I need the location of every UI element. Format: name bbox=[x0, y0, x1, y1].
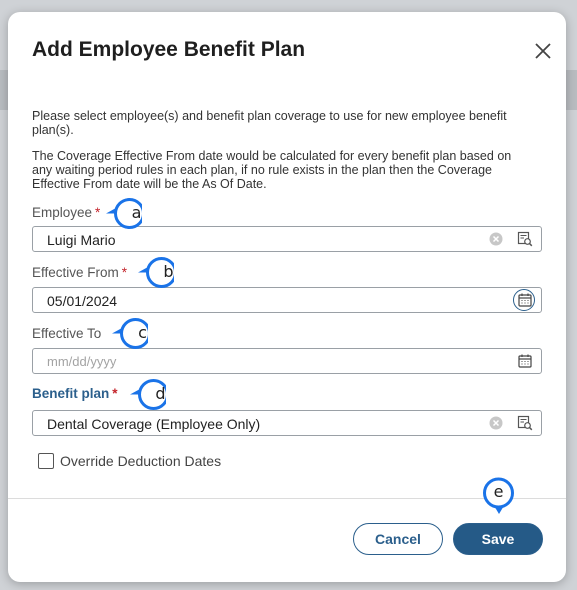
callout-b: b bbox=[138, 257, 182, 293]
cancel-button[interactable]: Cancel bbox=[353, 523, 443, 555]
effective-to-placeholder: mm/dd/yyyy bbox=[47, 354, 117, 369]
callout-e-text: e bbox=[493, 482, 504, 501]
dialog-description-coverage: The Coverage Effective From date would b… bbox=[32, 149, 512, 191]
employee-label: Employee * bbox=[32, 205, 101, 220]
callout-d-text: d bbox=[155, 384, 166, 403]
save-button[interactable]: Save bbox=[453, 523, 543, 555]
effective-from-field[interactable]: 05/01/2024 bbox=[32, 287, 542, 313]
benefit-plan-label: Benefit plan * bbox=[32, 386, 118, 401]
dialog-title: Add Employee Benefit Plan bbox=[32, 38, 306, 61]
effective-from-value: 05/01/2024 bbox=[47, 293, 118, 309]
effective-to-field[interactable]: mm/dd/yyyy bbox=[32, 348, 542, 374]
close-icon[interactable] bbox=[532, 40, 554, 62]
required-marker: * bbox=[121, 265, 128, 280]
lookup-icon[interactable] bbox=[517, 415, 533, 431]
callout-a: a bbox=[106, 198, 150, 234]
effective-to-label: Effective To bbox=[32, 326, 102, 341]
callout-c: c bbox=[112, 318, 156, 354]
benefit-plan-value: Dental Coverage (Employee Only) bbox=[47, 416, 261, 432]
lookup-icon[interactable] bbox=[517, 231, 533, 247]
required-marker: * bbox=[95, 205, 101, 220]
dialog-description: Please select employee(s) and benefit pl… bbox=[32, 109, 507, 137]
callout-b-text: b bbox=[163, 262, 174, 281]
callout-d: d bbox=[130, 379, 174, 415]
clear-icon[interactable] bbox=[488, 231, 504, 247]
override-deduction-checkbox[interactable] bbox=[38, 453, 54, 469]
callout-a-text: a bbox=[131, 203, 142, 222]
required-marker: * bbox=[112, 386, 118, 401]
clear-icon[interactable] bbox=[488, 415, 504, 431]
callout-e: e bbox=[481, 476, 517, 522]
callout-c-text: c bbox=[138, 323, 147, 342]
employee-value: Luigi Mario bbox=[47, 232, 116, 248]
benefit-plan-field[interactable]: Dental Coverage (Employee Only) bbox=[32, 410, 542, 436]
calendar-icon[interactable] bbox=[517, 353, 533, 369]
calendar-icon[interactable] bbox=[517, 292, 533, 308]
effective-from-label: Effective From * bbox=[32, 265, 128, 280]
override-deduction-label: Override Deduction Dates bbox=[60, 453, 222, 469]
